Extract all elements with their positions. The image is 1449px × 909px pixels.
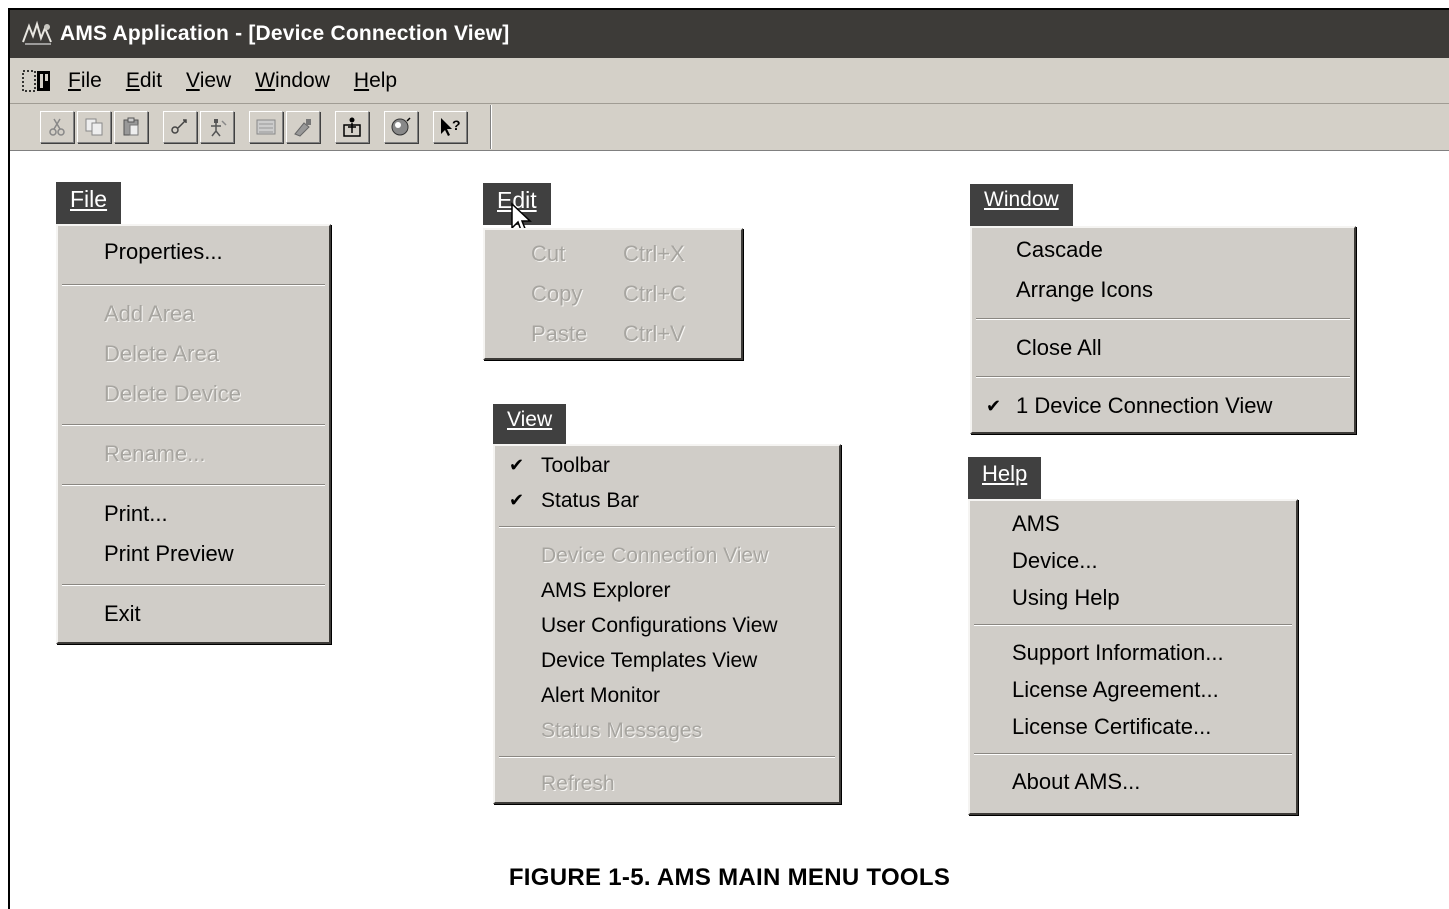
window-menu-header-label: Window xyxy=(984,188,1059,211)
application-window: AMS Application - [Device Connection Vie… xyxy=(8,8,1449,909)
view-alert-monitor-item[interactable]: Alert Monitor xyxy=(495,678,839,713)
paste-icon[interactable] xyxy=(114,111,148,143)
file-add-area-item[interactable]: Add Area xyxy=(58,294,329,334)
view-status-bar-item[interactable]: ✔ Status Bar xyxy=(495,483,839,518)
file-menu-header[interactable]: File xyxy=(56,182,122,224)
help-device-item[interactable]: Device... xyxy=(970,542,1296,579)
window-device-connection-item[interactable]: ✔ 1 Device Connection View xyxy=(972,386,1354,426)
window-menu-header[interactable]: Window xyxy=(970,184,1073,226)
file-rename-item[interactable]: Rename... xyxy=(58,434,329,474)
edit-paste-item[interactable]: Paste Ctrl+V xyxy=(485,314,741,354)
view-toolbar-label: Toolbar xyxy=(541,454,610,477)
menu-separator xyxy=(62,284,325,286)
help-license-agreement-item[interactable]: License Agreement... xyxy=(970,671,1296,708)
menubar-file[interactable]: File xyxy=(68,69,102,93)
cut-icon[interactable] xyxy=(40,111,74,143)
view-refresh-item[interactable]: Refresh xyxy=(495,766,839,801)
disconnect-icon[interactable] xyxy=(200,111,234,143)
copy-icon[interactable] xyxy=(77,111,111,143)
file-exit-item[interactable]: Exit xyxy=(58,594,329,634)
edit-cut-item[interactable]: Cut Ctrl+X xyxy=(485,234,741,274)
file-print-preview-item[interactable]: Print Preview xyxy=(58,534,329,574)
ams-logo-icon[interactable] xyxy=(18,17,58,51)
menu-separator xyxy=(974,753,1292,755)
edit-copy-item[interactable]: Copy Ctrl+C xyxy=(485,274,741,314)
window-close-all-item[interactable]: Close All xyxy=(972,328,1354,368)
view-toolbar-item[interactable]: ✔ Toolbar xyxy=(495,448,839,483)
connect-icon[interactable] xyxy=(163,111,197,143)
title-bar: AMS Application - [Device Connection Vie… xyxy=(10,10,1449,58)
menubar-help[interactable]: Help xyxy=(354,69,397,93)
menu-separator xyxy=(62,424,325,426)
view-device-connection-item[interactable]: Device Connection View xyxy=(495,538,839,573)
checkmark-icon: ✔ xyxy=(986,396,1002,416)
file-print-item[interactable]: Print... xyxy=(58,494,329,534)
menu-bar: File Edit View Window Help xyxy=(10,58,1449,104)
edit-menu-popup: Cut Ctrl+X Copy Ctrl+C Paste Ctrl+V xyxy=(483,228,743,360)
help-using-help-item[interactable]: Using Help xyxy=(970,579,1296,616)
edit-paste-shortcut: Ctrl+V xyxy=(623,321,685,346)
properties-icon[interactable] xyxy=(335,111,369,143)
toolbar: ? xyxy=(10,104,1449,151)
window-menu-popup: Cascade Arrange Icons Close All ✔ 1 Devi… xyxy=(970,226,1356,434)
edit-cut-shortcut: Ctrl+X xyxy=(623,241,685,266)
menu-separator xyxy=(499,756,835,758)
view-user-configurations-item[interactable]: User Configurations View xyxy=(495,608,839,643)
menubar-window[interactable]: Window xyxy=(255,69,330,93)
svg-text:?: ? xyxy=(452,117,461,133)
view-ams-explorer-item[interactable]: AMS Explorer xyxy=(495,573,839,608)
menubar-view[interactable]: View xyxy=(186,69,231,93)
view-menu-header[interactable]: View xyxy=(493,404,567,444)
checkmark-icon: ✔ xyxy=(509,455,525,475)
toolbar-separator xyxy=(490,105,492,149)
menu-separator xyxy=(62,584,325,586)
help-about-ams-item[interactable]: About AMS... xyxy=(970,763,1296,800)
document-system-menu-icon[interactable] xyxy=(20,66,54,96)
help-menu-header-label: Help xyxy=(982,461,1028,486)
help-support-information-item[interactable]: Support Information... xyxy=(970,634,1296,671)
view-status-bar-label: Status Bar xyxy=(541,489,640,512)
window-title: AMS Application - [Device Connection Vie… xyxy=(60,22,510,45)
file-menu-header-label: File xyxy=(70,186,108,212)
help-menu-header[interactable]: Help xyxy=(968,457,1042,499)
file-menu-popup: Properties... Add Area Delete Area Delet… xyxy=(56,224,331,644)
window-cascade-item[interactable]: Cascade xyxy=(972,230,1354,270)
figure-caption: FIGURE 1-5. AMS MAIN MENU TOOLS xyxy=(508,864,951,891)
device-list-icon[interactable] xyxy=(249,111,283,143)
menu-separator xyxy=(976,376,1350,378)
sound-icon[interactable] xyxy=(384,111,418,143)
view-device-templates-item[interactable]: Device Templates View xyxy=(495,643,839,678)
menu-separator xyxy=(974,624,1292,626)
file-properties-item[interactable]: Properties... xyxy=(58,232,329,272)
file-delete-area-item[interactable]: Delete Area xyxy=(58,334,329,374)
window-arrange-icons-item[interactable]: Arrange Icons xyxy=(972,270,1354,310)
view-status-messages-item[interactable]: Status Messages xyxy=(495,713,839,748)
window-device-connection-label: 1 Device Connection View xyxy=(1016,393,1273,418)
menu-separator xyxy=(976,318,1350,320)
file-delete-device-item[interactable]: Delete Device xyxy=(58,374,329,414)
menubar-edit[interactable]: Edit xyxy=(126,69,162,93)
context-help-icon[interactable]: ? xyxy=(433,111,467,143)
edit-cut-label: Cut xyxy=(531,241,566,266)
help-menu-popup: AMS Device... Using Help Support Informa… xyxy=(968,499,1298,815)
help-license-certificate-item[interactable]: License Certificate... xyxy=(970,708,1296,745)
configure-icon[interactable] xyxy=(286,111,320,143)
menu-separator xyxy=(62,484,325,486)
edit-copy-shortcut: Ctrl+C xyxy=(623,281,686,306)
edit-copy-label: Copy xyxy=(531,281,583,306)
checkmark-icon: ✔ xyxy=(509,490,525,510)
menu-separator xyxy=(499,526,835,528)
help-ams-item[interactable]: AMS xyxy=(970,505,1296,542)
view-menu-header-label: View xyxy=(507,408,553,431)
view-menu-popup: ✔ Toolbar ✔ Status Bar Device Connection… xyxy=(493,444,841,804)
edit-paste-label: Paste xyxy=(531,321,588,346)
